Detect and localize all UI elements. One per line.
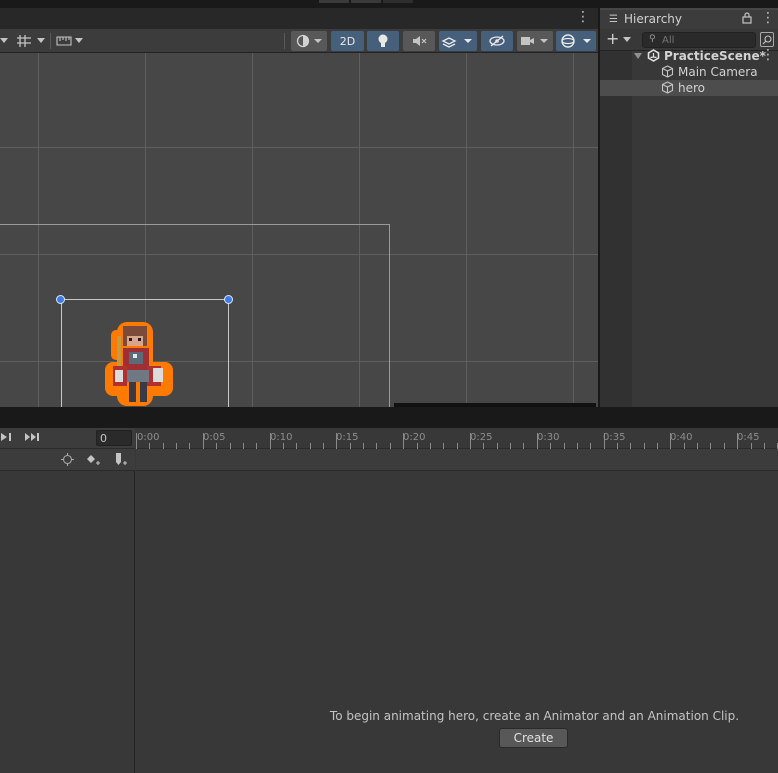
chevron-down-icon[interactable] [75,38,83,43]
hierarchy-item-scene[interactable]: PracticeScene* ⋮ [600,47,778,65]
timeline-dopesheet[interactable] [136,471,778,773]
next-keyframe-icon[interactable] [0,431,12,446]
scene-panel: ⋮ 2D [0,8,598,407]
scene-more-icon[interactable]: ⋮ [761,47,775,63]
hierarchy-item-label: hero [678,81,705,95]
event-marker-icon [116,453,127,465]
scene-toolbar: 2D [0,29,598,53]
add-event-icon[interactable] [114,452,130,470]
grid-line [573,53,574,407]
rect-handle-top-right[interactable] [224,295,233,304]
animation-empty-message: To begin animating hero, create an Anima… [329,709,740,723]
create-animation-button[interactable]: Create [499,728,568,748]
light-bulb-icon [378,34,388,47]
eye-slash-icon [489,35,505,47]
cube-icon [661,81,674,94]
camera-settings-button[interactable] [517,31,553,51]
ruler-label: 0:20 [403,432,426,443]
scene-more-icon[interactable]: ⋮ [576,9,590,25]
hierarchy-more-icon[interactable]: ⋮ [761,10,775,26]
audio-toggle-button[interactable] [403,31,435,51]
hidden-objects-toggle-button[interactable] [481,31,513,51]
ruler-label: 0:00 [137,432,160,443]
panel-divider [0,407,778,428]
top-strip [0,0,778,8]
increment-snap-button[interactable] [54,31,74,51]
animation-panel: 0:00 0:05 0:10 0:15 0:20 0:25 0:30 0:35 … [0,428,778,773]
rect-handle-top-left[interactable] [56,295,65,304]
toolbar-separator [284,33,285,49]
hierarchy-item-label: Main Camera [678,65,758,79]
ruler-label: 0:45 [737,432,760,443]
shading-mode-icon [296,34,322,48]
ruler-label: 0:40 [670,432,693,443]
add-keyframe-icon[interactable] [86,453,102,469]
playback-controls [0,428,135,449]
hierarchy-gutter [600,51,632,407]
search-scene-icon [762,34,772,44]
toolbar-separator [50,33,51,49]
scene-header: ⋮ [0,8,598,29]
hierarchy-search-input[interactable] [642,32,756,48]
grid-line [0,147,598,148]
search-icon: ⚲ [649,34,656,44]
top-tab[interactable] [319,0,349,3]
hero-sprite[interactable] [103,318,175,407]
cube-icon [661,65,674,78]
top-tab[interactable] [383,0,413,3]
crosshair-icon [61,453,74,466]
lighting-toggle-button[interactable] [367,31,399,51]
expand-arrow-icon[interactable] [634,53,642,59]
chevron-down-icon[interactable] [0,38,8,43]
scene-visibility-button[interactable] [760,32,774,47]
ruler-label: 0:15 [336,432,359,443]
chevron-down-icon[interactable] [37,38,45,43]
ruler-label: 0:25 [470,432,493,443]
gizmo-globe-icon [561,34,591,48]
ruler-label: 0:05 [203,432,226,443]
timeline-ruler[interactable]: 0:00 0:05 0:10 0:15 0:20 0:25 0:30 0:35 … [136,428,778,449]
effects-button[interactable] [439,31,477,51]
filter-target-icon[interactable] [61,453,74,469]
timeline-event-row[interactable] [136,449,778,471]
unity-logo-icon [647,49,660,62]
add-object-button[interactable]: + [606,29,619,48]
unity-scene-icon [647,49,660,65]
camera-icon [521,37,548,45]
gameobject-cube-icon [661,81,674,97]
hierarchy-tab[interactable]: ☰ Hierarchy ⋮ [600,8,778,29]
ruler-label: 0:30 [537,432,560,443]
2d-mode-button[interactable]: 2D [331,31,364,51]
hierarchy-item-label: PracticeScene* [664,49,766,63]
ruler-label: 0:35 [603,432,626,443]
keyframe-tools [0,449,135,471]
gameobject-cube-icon [661,65,674,81]
frame-input[interactable] [96,430,132,446]
hierarchy-item-hero[interactable]: hero [600,80,778,96]
gizmos-button[interactable] [556,31,596,51]
audio-mute-icon [413,36,427,46]
diamond-plus-icon [87,455,100,465]
hierarchy-title: Hierarchy [624,12,683,26]
hierarchy-item-main-camera[interactable]: Main Camera [600,64,778,80]
next-keyframe-svg [1,433,11,441]
layers-effects-icon [441,37,472,48]
grid-snap-icon [17,35,31,47]
hierarchy-panel: ☰ Hierarchy ⋮ + ⚲ Pra [600,8,778,407]
ruler-icon [56,36,72,46]
lock-icon-svg [742,12,752,24]
lock-icon[interactable] [742,12,752,27]
grid-snap-button[interactable] [13,31,35,51]
top-tab[interactable] [351,0,381,3]
scene-view[interactable] [0,53,598,407]
last-keyframe-svg [25,433,39,441]
last-keyframe-icon[interactable] [24,431,40,446]
draw-mode-button[interactable] [291,31,327,51]
grid-line [466,53,467,407]
chevron-down-icon[interactable] [623,37,631,42]
list-icon: ☰ [609,14,618,25]
ruler-label: 0:10 [270,432,293,443]
